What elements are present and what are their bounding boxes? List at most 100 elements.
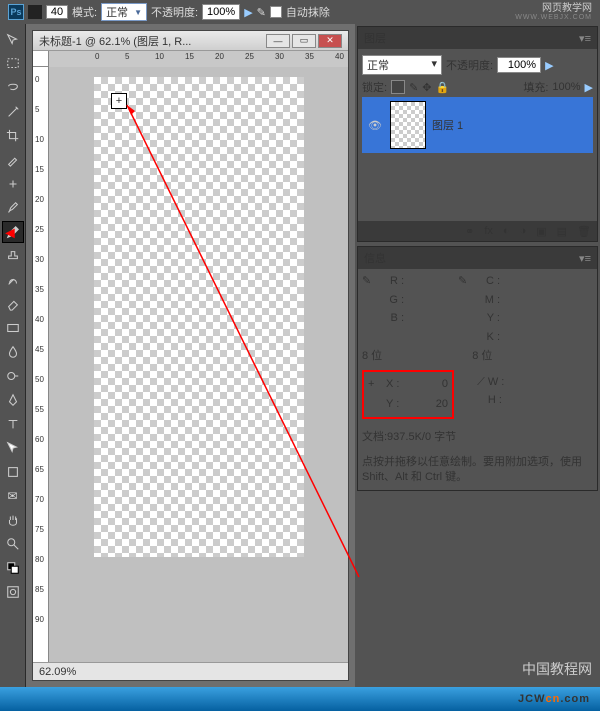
document-titlebar[interactable]: 未标题-1 @ 62.1% (图层 1, R... — ▭ ✕ [33,31,348,51]
zoom-tool[interactable] [2,533,24,555]
info-panel-header[interactable]: 信息 ▾≡ [358,247,597,269]
quickmask-toggle[interactable] [2,581,24,603]
ruler-vertical[interactable]: 051015202530354045505560657075808590 [33,67,49,662]
canvas-transparent[interactable] [94,77,304,557]
dodge-tool[interactable] [2,365,24,387]
close-button[interactable]: ✕ [318,34,342,48]
gradient-tool[interactable] [2,317,24,339]
tool-hint: 点按并拖移以任意绘制。要用附加选项，使用 Shift、Alt 和 Ctrl 键。 [362,455,593,486]
layer-row[interactable]: 👁 图层 1 [362,97,593,153]
y-value: 20 [408,396,448,414]
lock-all-icon[interactable]: 🔒 [436,81,450,94]
eraser-tool[interactable] [2,293,24,315]
crop-tool[interactable] [2,125,24,147]
cursor-crosshair-icon: + [111,93,127,109]
stamp-tool[interactable] [2,245,24,267]
fill-value[interactable]: 100% [552,81,580,93]
c-label: C : [480,273,500,291]
layer-list[interactable]: 👁 图层 1 [362,97,593,217]
layer-blend-value: 正常 [367,57,389,73]
layers-panel-header[interactable]: 图层 ▾≡ [358,27,597,49]
minimize-button[interactable]: — [266,34,290,48]
opacity-slider-icon[interactable]: ▶ [545,59,553,72]
history-brush-tool[interactable] [2,269,24,291]
m-label: M : [480,292,500,310]
visibility-eye-icon[interactable]: 👁 [366,119,384,132]
mode-label: 模式: [72,4,97,20]
auto-erase-checkbox[interactable] [270,6,282,18]
brand-c: .com [560,693,590,705]
fill-slider-icon[interactable]: ▶ [585,81,593,94]
healing-tool[interactable] [2,173,24,195]
link-layers-icon[interactable]: ⚭ [465,225,474,238]
w-label: W : [488,376,505,388]
info-panel: 信息 ▾≡ ✎R : ✎C : G : M : B : Y : K : 8 位 … [357,246,598,491]
brush-tool[interactable] [2,197,24,219]
panel-menu-icon[interactable]: ▾≡ [579,252,591,265]
options-bar: Ps 40 模式: 正常 ▼ 不透明度: 100% ▶ ✎ 自动抹除 网页教学网… [0,0,600,24]
ps-logo-icon: Ps [8,4,24,20]
path-tool[interactable] [2,437,24,459]
dimensions-icon: ⟋ [477,376,485,388]
bits-right: 8 位 [472,348,492,366]
document-status-bar: 62.09% [33,662,348,680]
lock-transparent-icon[interactable] [391,80,405,94]
panel-menu-icon[interactable]: ▾≡ [579,32,591,45]
blend-mode-dropdown[interactable]: 正常 ▼ [101,3,147,21]
g-label: G : [384,292,404,310]
toolbox: ✉ [0,24,26,687]
blur-tool[interactable] [2,341,24,363]
layers-footer: ⚭ fx ◐ ◑ ▣ ▤ 🗑 [358,221,597,241]
chevron-down-icon: ▼ [134,8,142,17]
annotation-arrow-tool: ◄ [2,225,18,243]
new-layer-icon[interactable]: ▤ [557,225,567,238]
site-en: WWW.WEBJX.COM [515,14,592,21]
layer-blend-dropdown[interactable]: 正常▾ [362,55,442,75]
ruler-origin[interactable] [33,51,49,67]
brush-preview-swatch[interactable] [28,5,42,19]
color-swatches[interactable] [2,557,24,579]
group-icon[interactable]: ▣ [536,225,546,238]
mask-icon[interactable]: ◐ [503,225,510,237]
trash-icon[interactable]: 🗑 [577,225,591,238]
shape-tool[interactable] [2,461,24,483]
opacity-value[interactable]: 100% [202,4,240,20]
document-window: 未标题-1 @ 62.1% (图层 1, R... — ▭ ✕ 05101520… [32,30,349,681]
footer-brand: JCWcn.com [0,687,600,711]
type-tool[interactable] [2,413,24,435]
layers-panel-title: 图层 [364,30,386,46]
layer-opacity-value[interactable]: 100% [497,57,541,73]
tablet-pressure-icon[interactable]: ✎ [257,6,266,19]
eyedropper-tool[interactable] [2,149,24,171]
panels-dock: 图层 ▾≡ 正常▾ 不透明度: 100% ▶ 锁定: ✎ ✥ 🔒 [355,24,600,687]
crosshair-icon: + [368,376,384,394]
document-size: 文档:937.5K/0 字节 [362,429,593,447]
fill-label: 填充: [523,79,548,95]
lock-move-icon[interactable]: ✥ [422,81,431,94]
maximize-button[interactable]: ▭ [292,34,316,48]
canvas-viewport[interactable]: + [49,67,348,662]
brush-size-value[interactable]: 40 [46,5,68,19]
move-tool[interactable] [2,29,24,51]
eyedropper-cmyk-icon: ✎ [458,273,478,291]
zoom-level[interactable]: 62.09% [39,666,76,678]
hand-tool[interactable] [2,509,24,531]
lasso-tool[interactable] [2,77,24,99]
opacity-arrow-icon[interactable]: ▶ [244,6,252,19]
site-watermark: 网页教学网 WWW.WEBJX.COM [515,4,592,21]
auto-erase-label: 自动抹除 [286,4,330,20]
h-label: H : [488,394,502,406]
adjustment-icon[interactable]: ◑ [520,225,527,237]
fx-icon[interactable]: fx [484,225,493,237]
site-cn: 网页教学网 [515,4,592,14]
lock-brush-icon[interactable]: ✎ [409,81,418,94]
layer-opacity-label: 不透明度: [446,57,493,73]
pen-tool[interactable] [2,389,24,411]
r-label: R : [384,273,404,291]
notes-tool[interactable]: ✉ [2,485,24,507]
x-label: X : [386,376,406,394]
layer-thumbnail[interactable] [390,101,426,149]
wand-tool[interactable] [2,101,24,123]
marquee-tool[interactable] [2,53,24,75]
layer-name[interactable]: 图层 1 [432,117,463,133]
